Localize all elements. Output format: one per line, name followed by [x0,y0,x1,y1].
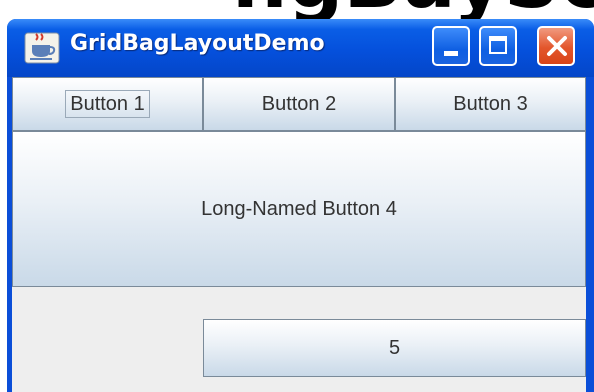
button-1-label: Button 1 [65,90,150,118]
close-button[interactable] [537,26,575,66]
minimize-icon [444,51,458,56]
button-5[interactable]: 5 [203,319,586,377]
button-3-label: Button 3 [453,92,528,115]
button-1[interactable]: Button 1 [12,77,203,131]
button-2[interactable]: Button 2 [203,77,395,131]
window: GridBagLayoutDemo Button 1 Button 2 Butt… [7,19,594,392]
long-named-button-4[interactable]: Long-Named Button 4 [12,131,586,287]
minimize-button[interactable] [432,26,470,66]
background-title-fragment: ngBaySo [232,0,594,20]
button-3[interactable]: Button 3 [395,77,586,131]
maximize-button[interactable] [479,26,517,66]
window-title: GridBagLayoutDemo [70,31,325,56]
java-cup-icon [24,32,60,64]
button-4-label: Long-Named Button 4 [201,197,397,220]
maximize-icon [489,36,507,54]
button-2-label: Button 2 [261,92,337,115]
close-icon [547,36,567,56]
title-bar[interactable]: GridBagLayoutDemo [7,19,594,77]
content-pane: Button 1 Button 2 Button 3 Long-Named Bu… [12,77,586,392]
button-5-label: 5 [388,336,401,359]
